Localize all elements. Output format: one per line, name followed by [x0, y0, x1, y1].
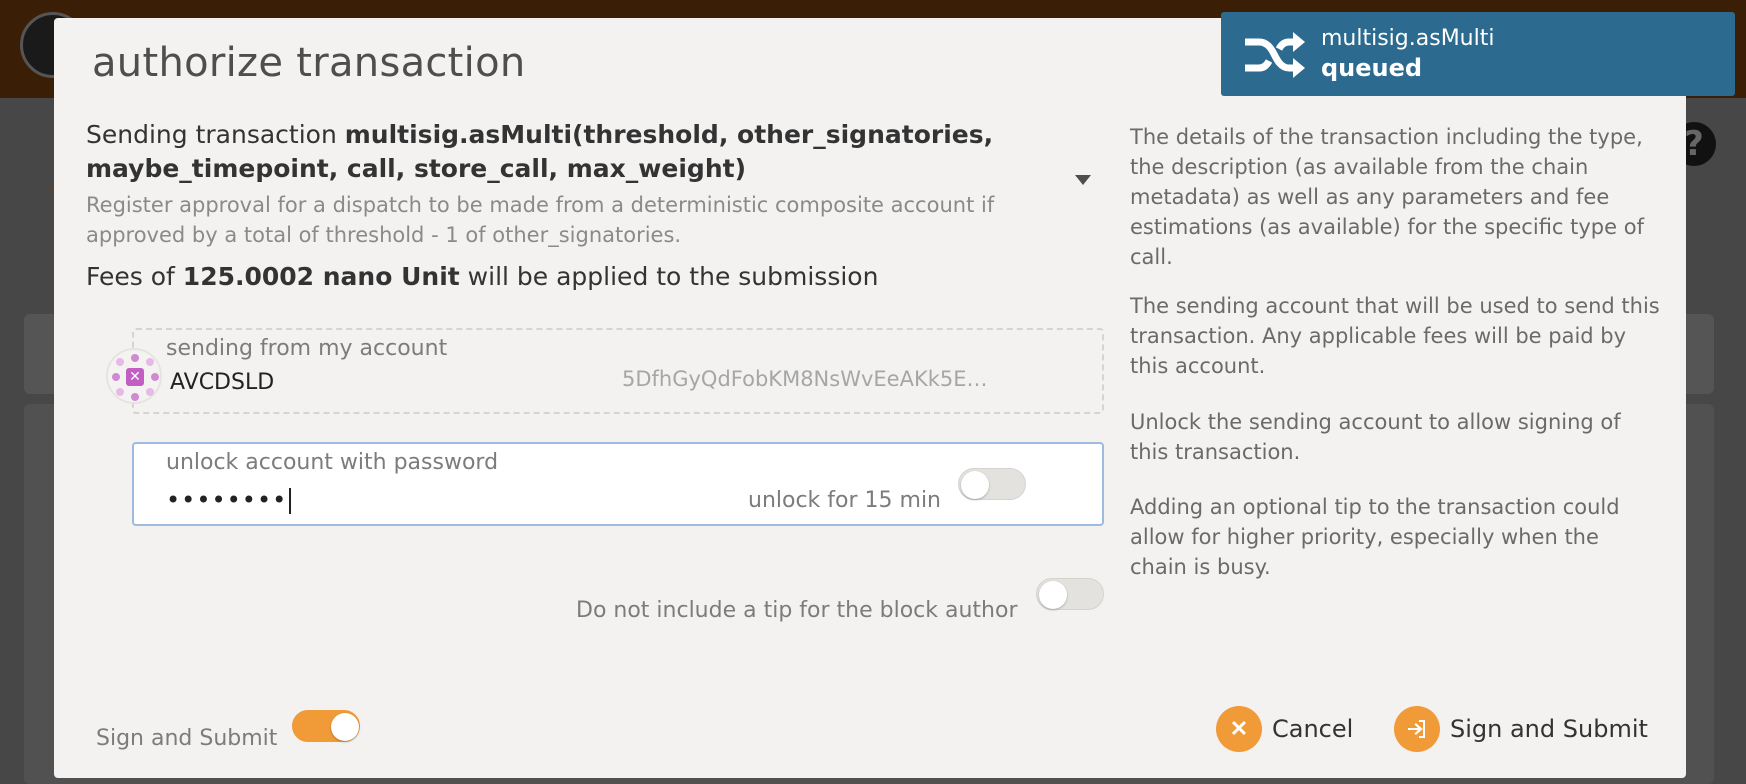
account-identicon-icon: ✕ — [106, 348, 162, 404]
help-unlock: Unlock the sending account to allow sign… — [1130, 410, 1621, 464]
unlock-duration-toggle[interactable] — [958, 468, 1026, 500]
tip-toggle[interactable] — [1036, 578, 1104, 610]
sign-and-submit-button[interactable]: Sign and Submit — [1394, 706, 1648, 752]
help-details: The details of the transaction including… — [1130, 125, 1644, 269]
sign-submit-toggle-label: Sign and Submit — [96, 726, 278, 751]
transaction-fees: Fees of 125.0002 nano Unit will be appli… — [86, 260, 1086, 294]
help-account: The sending account that will be used to… — [1130, 294, 1660, 378]
password-value[interactable]: •••••••• — [166, 486, 292, 514]
sign-submit-toggle[interactable] — [292, 710, 360, 742]
cancel-button[interactable]: ✕ Cancel — [1216, 706, 1353, 752]
help-tip: Adding an optional tip to the transactio… — [1130, 495, 1620, 579]
fees-prefix: Fees of — [86, 262, 183, 291]
tip-toggle-label: Do not include a tip for the block autho… — [576, 598, 1018, 623]
account-address: 5DfhGyQdFobKM8NsWvEeAKk5EQQg… — [622, 367, 1002, 391]
account-field-label: sending from my account — [166, 336, 448, 361]
transaction-summary: Sending transaction multisig.asMulti(thr… — [86, 118, 1086, 294]
shuffle-icon — [1245, 32, 1305, 78]
password-field-label: unlock account with password — [166, 450, 499, 475]
fees-amount: 125.0002 nano Unit — [182, 262, 460, 291]
modal-title: authorize transaction — [92, 40, 526, 86]
expand-details-icon[interactable] — [1075, 175, 1091, 185]
close-icon: ✕ — [1216, 706, 1262, 752]
fees-suffix: will be applied to the submission — [459, 262, 879, 291]
transaction-prefix: Sending transaction — [86, 120, 345, 149]
unlock-duration-label: unlock for 15 min — [748, 488, 942, 513]
toast-method: multisig.asMulti — [1321, 26, 1495, 51]
authorize-modal: authorize transaction Sending transactio… — [54, 18, 1686, 778]
status-toast[interactable]: multisig.asMulti queued — [1221, 12, 1735, 96]
sign-in-icon — [1394, 706, 1440, 752]
toast-status: queued — [1321, 54, 1423, 82]
text-cursor — [289, 488, 292, 514]
transaction-call-line: Sending transaction multisig.asMulti(thr… — [86, 118, 1086, 186]
account-name: AVCDSLD — [170, 370, 275, 395]
transaction-description: Register approval for a dispatch to be m… — [86, 193, 995, 247]
